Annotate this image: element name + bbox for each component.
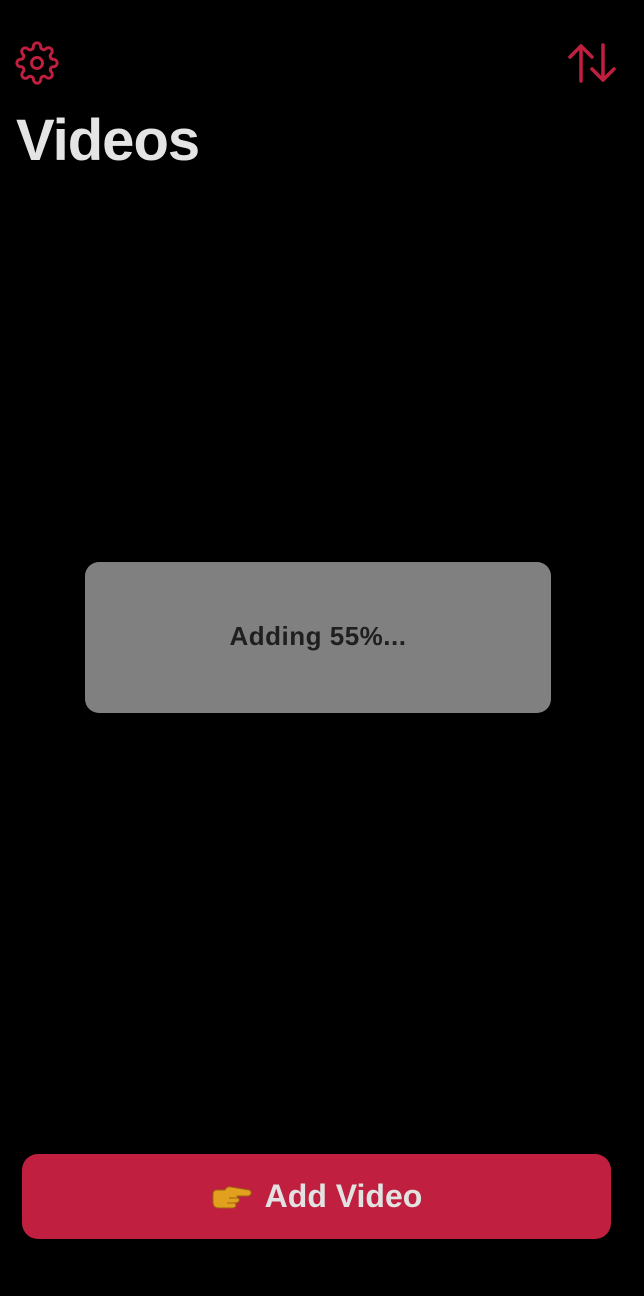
progress-text: Adding 55%... xyxy=(229,621,407,651)
pointing-hand-icon xyxy=(211,1184,253,1210)
add-video-button[interactable]: Add Video xyxy=(22,1154,611,1239)
settings-button[interactable] xyxy=(14,40,60,86)
sort-arrows-icon xyxy=(568,43,616,83)
progress-toast: Adding 55%... xyxy=(85,562,551,713)
page-title: Videos xyxy=(16,108,200,173)
gear-icon xyxy=(15,41,59,85)
sort-button[interactable] xyxy=(566,40,618,86)
add-video-label: Add Video xyxy=(264,1178,423,1214)
